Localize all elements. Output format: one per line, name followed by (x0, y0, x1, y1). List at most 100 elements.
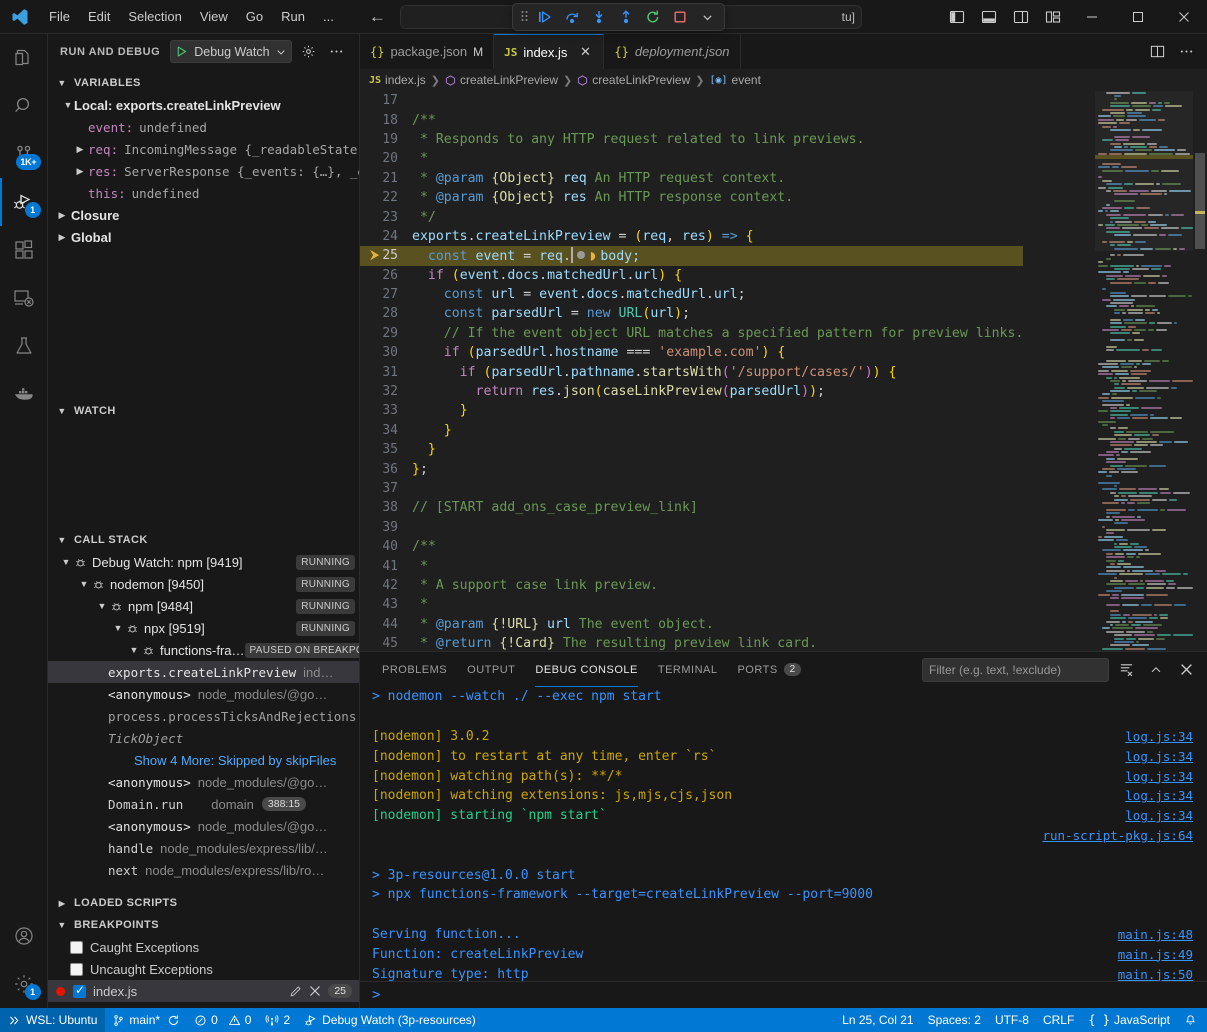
activity-source-control[interactable]: 1K+ (0, 130, 48, 178)
chevron-down-icon[interactable]: ▼ (60, 557, 72, 567)
breakpoint-uncaught-exceptions[interactable]: Uncaught Exceptions (48, 958, 359, 980)
code-line[interactable]: 27 const url = event.docs.matchedUrl.url… (360, 285, 1023, 304)
variable-row[interactable]: ▶ res: ServerResponse {_events: {…}, _e… (48, 160, 359, 182)
collapse-panel-icon[interactable] (1143, 656, 1169, 684)
console-source-link[interactable]: run-script-pkg.js:64 (1042, 828, 1207, 843)
checkbox[interactable] (70, 963, 83, 976)
status-encoding[interactable]: UTF-8 (988, 1008, 1036, 1032)
code-line[interactable]: 32 return res.json(caseLinkPreview(parse… (360, 382, 1023, 401)
debug-console-output[interactable]: > nodemon --watch ./ --exec npm start[no… (360, 687, 1207, 982)
call-stack-frame[interactable]: next node_modules/express/lib/ro… (48, 859, 359, 881)
code-line[interactable]: 41 * (360, 556, 1023, 575)
call-stack-session[interactable]: ▼ npm [9484] RUNNING (48, 595, 359, 617)
call-stack-frame[interactable]: handle node_modules/express/lib/… (48, 837, 359, 859)
code-line[interactable]: 43 * (360, 595, 1023, 614)
activity-docker[interactable] (0, 370, 48, 418)
section-watch[interactable]: ▼ WATCH (48, 400, 359, 422)
minimap-slider[interactable] (1095, 91, 1193, 251)
status-notifications[interactable] (1177, 1008, 1207, 1032)
breadcrumb-file[interactable]: JS index.js (369, 73, 426, 87)
status-problems[interactable]: 0 0 (187, 1008, 258, 1032)
customize-layout-icon[interactable] (1037, 0, 1069, 34)
code-line[interactable]: 29 // If the event object URL matches a … (360, 324, 1023, 343)
code-line[interactable]: 45 * @return {!Card} The resulting previ… (360, 634, 1023, 651)
breadcrumb-symbol[interactable]: [◉] event (709, 73, 760, 87)
code-line[interactable]: ⮞25 const event = req.◗body; (360, 246, 1023, 265)
debug-step-over-button[interactable] (560, 6, 584, 28)
section-variables[interactable]: ▼ VARIABLES (48, 72, 359, 94)
code-line[interactable]: 38// [START add_ons_case_preview_link] (360, 498, 1023, 517)
menu-run[interactable]: Run (273, 6, 313, 27)
debug-restart-button[interactable] (641, 6, 665, 28)
remove-breakpoint-icon[interactable] (309, 985, 321, 997)
call-stack-frame[interactable]: process.processTicksAndRejections (48, 705, 359, 727)
debug-step-into-button[interactable] (587, 6, 611, 28)
call-stack-session[interactable]: ▼ Debug Watch: npm [9419] RUNNING (48, 551, 359, 573)
code-line[interactable]: 22 * @param {Object} res An HTTP respons… (360, 188, 1023, 207)
debug-stop-button[interactable] (668, 6, 692, 28)
activity-manage-settings[interactable]: 1 (0, 960, 48, 1008)
tab-output[interactable]: OUTPUT (457, 652, 525, 687)
code-line[interactable]: 37 (360, 479, 1023, 498)
console-filter-input[interactable] (929, 663, 1102, 677)
console-source-link[interactable]: main.js:50 (1118, 967, 1207, 982)
code-line[interactable]: 19 * Responds to any HTTP request relate… (360, 130, 1023, 149)
status-cursor-position[interactable]: Ln 25, Col 21 (835, 1008, 920, 1032)
breakpoint-index-js[interactable]: index.js 25 (48, 980, 359, 1002)
chevron-right-icon[interactable]: ▶ (74, 144, 86, 155)
inline-suggestion-dot-icon[interactable] (577, 251, 585, 259)
menu-file[interactable]: File (41, 6, 78, 27)
call-stack-frame[interactable]: TickObject (48, 727, 359, 749)
chevron-down-icon[interactable]: ▼ (112, 623, 124, 633)
copilot-suggestion-icon[interactable]: ◗ (589, 248, 597, 264)
variable-row[interactable]: ▶ req: IncomingMessage {_readableState:… (48, 138, 359, 160)
sync-icon[interactable] (167, 1014, 180, 1027)
section-breakpoints[interactable]: ▼ BREAKPOINTS (48, 914, 359, 936)
menu-view[interactable]: View (192, 6, 236, 27)
toggle-panel-icon[interactable] (973, 0, 1005, 34)
activity-remote-explorer[interactable] (0, 274, 48, 322)
debug-settings-gear-icon[interactable] (298, 41, 320, 63)
status-branch[interactable]: main* (105, 1008, 187, 1032)
code-line[interactable]: 44 * @param {!URL} url The event object. (360, 615, 1023, 634)
menu-edit[interactable]: Edit (80, 6, 118, 27)
status-debug-session[interactable]: Debug Watch (3p-resources) (297, 1008, 483, 1032)
code-line[interactable]: 31 if (parsedUrl.pathname.startsWith('/s… (360, 362, 1023, 381)
status-language-mode[interactable]: { } JavaScript (1081, 1008, 1177, 1032)
console-source-link[interactable]: main.js:49 (1118, 947, 1207, 962)
activity-explorer[interactable] (0, 34, 48, 82)
console-source-link[interactable]: log.js:34 (1125, 749, 1207, 764)
debug-step-out-button[interactable] (614, 6, 638, 28)
activity-accounts[interactable] (0, 912, 48, 960)
toggle-secondary-sidebar-icon[interactable] (1005, 0, 1037, 34)
window-maximize-button[interactable] (1115, 0, 1161, 34)
call-stack-session[interactable]: ▼ functions-fra… PAUSED ON BREAKPOINT (48, 639, 359, 661)
chevron-right-icon[interactable]: ▶ (74, 166, 86, 177)
code-line[interactable]: 24exports.createLinkPreview = (req, res)… (360, 227, 1023, 246)
debug-continue-button[interactable] (533, 6, 557, 28)
chevron-down-icon[interactable]: ▼ (78, 579, 90, 589)
status-indentation[interactable]: Spaces: 2 (921, 1008, 988, 1032)
close-panel-icon[interactable] (1173, 656, 1199, 684)
code-line[interactable]: 39 (360, 518, 1023, 537)
tab-package-json[interactable]: {} package.json M (360, 34, 494, 69)
call-stack-session[interactable]: ▼ nodemon [9450] RUNNING (48, 573, 359, 595)
code-line[interactable]: 33 } (360, 401, 1023, 420)
scrollbar-thumb[interactable] (1195, 153, 1205, 249)
call-stack-show-more[interactable]: Show 4 More: Skipped by skipFiles (48, 749, 359, 771)
section-call-stack[interactable]: ▼ CALL STACK (48, 529, 359, 551)
status-eol[interactable]: CRLF (1036, 1008, 1081, 1032)
code-line[interactable]: 21 * @param {Object} req An HTTP request… (360, 169, 1023, 188)
tab-index-js[interactable]: JS index.js ✕ (494, 34, 604, 69)
editor-more-actions-icon[interactable] (1173, 38, 1199, 66)
tab-ports[interactable]: PORTS 2 (727, 652, 811, 687)
tab-close-icon[interactable]: ✕ (577, 44, 593, 60)
menu-go[interactable]: Go (238, 6, 271, 27)
variable-scope-closure[interactable]: ▶ Closure (48, 204, 359, 226)
edit-breakpoint-icon[interactable] (289, 985, 302, 998)
tab-terminal[interactable]: TERMINAL (648, 652, 728, 687)
sidebar-more-actions-icon[interactable] (326, 41, 348, 63)
activity-extensions[interactable] (0, 226, 48, 274)
activity-testing[interactable] (0, 322, 48, 370)
console-filter-box[interactable] (922, 658, 1109, 682)
